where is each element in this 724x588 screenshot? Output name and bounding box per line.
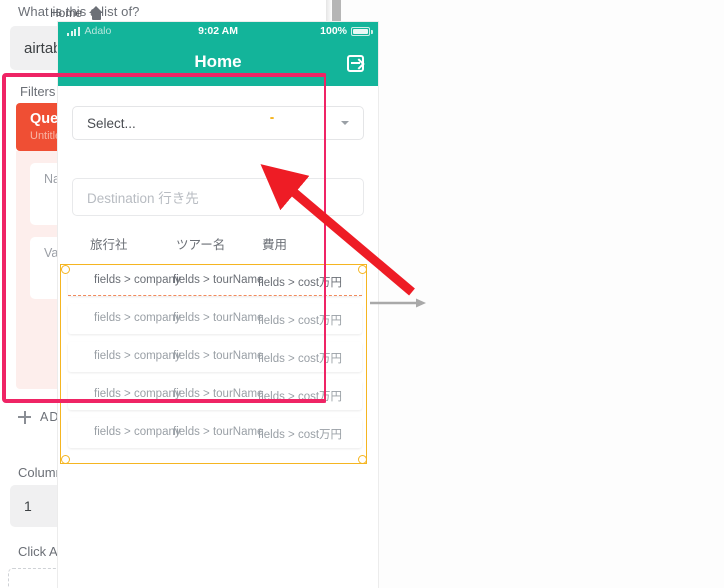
row-cell-cost: fields > cost万円 [258,353,343,365]
phone-preview: Adalo 9:02 AM 100% Home Select... Destin… [58,22,378,588]
column-header-2: 費用 [262,238,288,252]
table-column-headers: 旅行社 ツアー名 費用 [72,234,364,254]
home-icon [89,6,104,20]
table-row[interactable]: fields > company fields > tourName field… [68,380,362,410]
logout-icon[interactable] [347,55,364,72]
breadcrumb: Home [50,6,104,20]
phone-status-bar: Adalo 9:02 AM 100% [58,22,378,40]
row-cell-tourname: fields > tourName [173,350,264,362]
row-selection-dashed-border [68,266,362,296]
row-cell-tourname: fields > tourName [173,312,264,324]
row-cell-company: fields > company [94,312,181,324]
list-component[interactable]: fields > company fields > tourName field… [56,264,376,464]
resize-handle-bottom-right[interactable] [357,454,367,464]
grey-pointer-arrow [370,298,426,308]
table-row[interactable]: fields > company fields > tourName field… [68,266,362,296]
row-cell-company: fields > company [94,426,181,438]
row-cell-tourname: fields > tourName [173,426,264,438]
row-cell-company: fields > company [94,350,181,362]
phone-app-bar: Home [58,40,378,86]
table-row[interactable]: fields > company fields > tourName field… [68,342,362,372]
destination-input-placeholder: Destination 行き先 [87,191,199,206]
preview-select-value: Select... [87,115,136,131]
breadcrumb-label: Home [50,6,83,20]
screenshot-root: What is this a list of? airtable_GET Fil… [0,0,724,588]
destination-input[interactable]: Destination 行き先 [72,178,364,216]
table-row[interactable]: fields > company fields > tourName field… [68,304,362,334]
table-row[interactable]: fields > company fields > tourName field… [68,418,362,448]
battery-icon [351,26,373,36]
columns-value: 1 [24,498,32,514]
column-header-0: 旅行社 [90,238,128,252]
row-cell-cost: fields > cost万円 [258,315,343,327]
phone-screen-body: Select... Destination 行き先 旅行社 ツアー名 費用 fi… [58,86,378,588]
row-cell-cost: fields > cost万円 [258,429,343,441]
caret-down-icon [341,121,349,125]
row-cell-tourname: fields > tourName [173,388,264,400]
column-header-1: ツアー名 [176,238,226,252]
status-right: 100% [320,25,373,37]
preview-canvas [341,0,724,588]
resize-handle-top-left[interactable] [60,264,70,274]
filters-section-label: Filters [20,84,56,99]
battery-percent-label: 100% [320,25,347,37]
plus-icon [18,410,31,424]
preview-select-dropdown[interactable]: Select... [72,106,364,140]
row-cell-cost: fields > cost万円 [258,391,343,403]
resize-handle-top-right[interactable] [357,264,367,274]
resize-handle-bottom-left[interactable] [60,454,70,464]
row-cell-company: fields > company [94,388,181,400]
app-bar-title: Home [194,52,242,71]
